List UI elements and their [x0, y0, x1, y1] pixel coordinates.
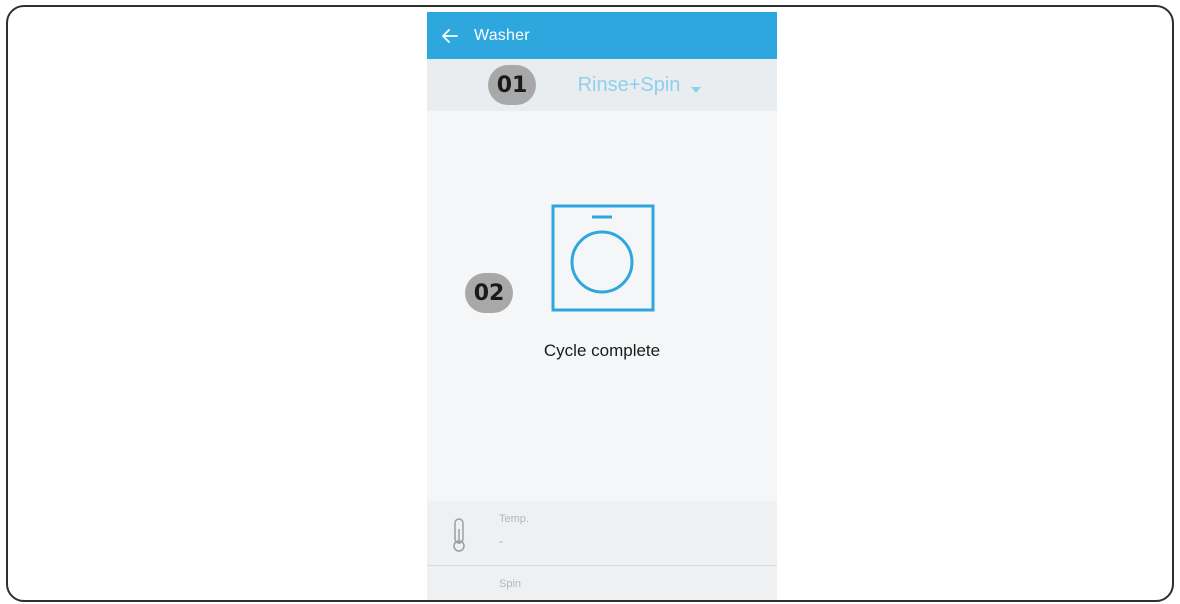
- washer-screen: Washer 01 Rinse+Spin 02 Cycle complete T…: [427, 12, 777, 600]
- spin-dial-icon: [449, 582, 469, 600]
- app-bar-title: Washer: [474, 26, 530, 44]
- info-row-temperature[interactable]: Temp. -: [427, 501, 777, 566]
- info-row-spin[interactable]: Spin: [427, 566, 777, 600]
- thermometer-icon: [449, 517, 469, 553]
- program-label: Rinse+Spin: [577, 73, 681, 96]
- callout-badge-01: 01: [488, 65, 536, 105]
- info-label: Temp.: [499, 513, 529, 525]
- info-value: -: [499, 534, 503, 548]
- status-text: Cycle complete: [543, 341, 661, 360]
- info-panel: Temp. - Spin: [427, 501, 777, 600]
- washing-machine-icon: [551, 204, 655, 312]
- app-bar: Washer: [427, 12, 777, 59]
- info-label: Spin: [499, 578, 522, 590]
- program-dropdown[interactable]: Rinse+Spin: [578, 74, 703, 97]
- status-area: 02 Cycle complete: [427, 111, 777, 501]
- caret-down-icon: [690, 81, 702, 93]
- screenshot-frame: Washer 01 Rinse+Spin 02 Cycle complete T…: [6, 5, 1174, 602]
- callout-badge-02: 02: [465, 273, 513, 313]
- arrow-left-icon[interactable]: [442, 28, 458, 43]
- program-bar: 01 Rinse+Spin: [427, 59, 777, 111]
